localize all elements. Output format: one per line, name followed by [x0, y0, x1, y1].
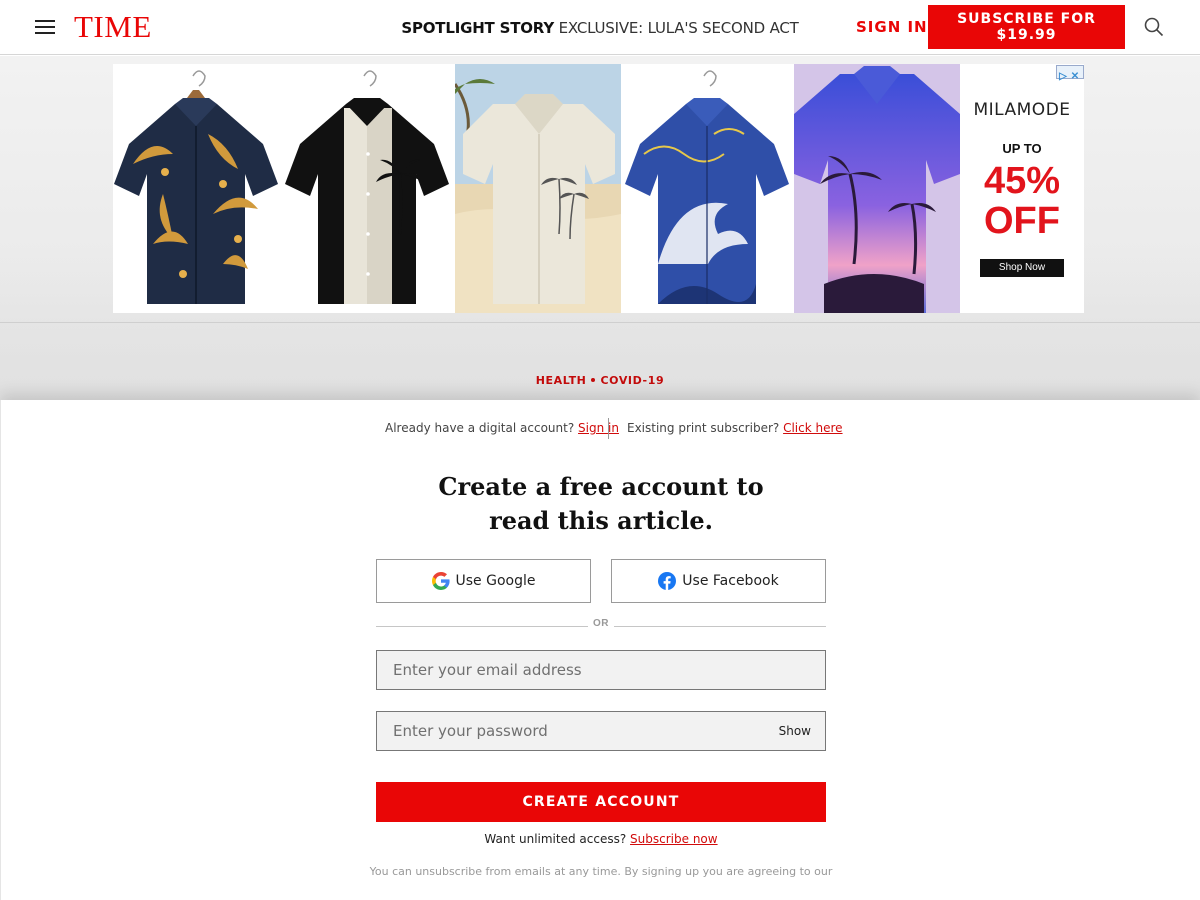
print-subscriber-link[interactable]: Click here [783, 421, 842, 435]
facebook-button-label: Use Facebook [682, 573, 779, 589]
vertical-divider [608, 418, 609, 439]
digital-sign-in-link[interactable]: Sign in [578, 421, 619, 435]
spotlight-story-link[interactable]: SPOTLIGHT STORY EXCLUSIVE: LULA'S SECOND… [401, 19, 798, 37]
search-icon[interactable] [1144, 17, 1164, 37]
ad-close-icon[interactable]: ✕ [1069, 71, 1081, 83]
breadcrumb: HEALTH COVID-19 [0, 374, 1200, 387]
digital-account-prompt: Already have a digital account? Sign in [385, 421, 619, 435]
ad-choices-badge[interactable]: ▷ ✕ [1056, 65, 1084, 82]
paywall-heading: Create a free account to read this artic… [1, 470, 1200, 538]
subscribe-button[interactable]: SUBSCRIBE FOR $19.99 [928, 5, 1125, 49]
google-button-label: Use Google [455, 573, 536, 589]
password-input[interactable] [377, 712, 825, 750]
black-white-palm-shirt-image[interactable] [284, 64, 450, 313]
breadcrumb-topic[interactable]: COVID-19 [600, 374, 664, 387]
heading-line-1: Create a free account to [438, 472, 764, 501]
breadcrumb-section[interactable]: HEALTH [536, 374, 587, 387]
print-subscriber-text: Existing print subscriber? [627, 421, 780, 435]
purple-sunset-palm-shirt-image[interactable] [794, 64, 960, 313]
breadcrumb-separator-icon [591, 378, 596, 382]
create-account-button[interactable]: CREATE ACCOUNT [376, 782, 826, 822]
password-field-wrapper: Show [376, 711, 826, 751]
sign-in-link[interactable]: SIGN IN [856, 18, 928, 36]
digital-account-text: Already have a digital account? [385, 421, 575, 435]
legal-disclaimer: You can unsubscribe from emails at any t… [369, 865, 833, 878]
show-password-toggle[interactable]: Show [779, 724, 811, 738]
ad-divider [0, 322, 1200, 323]
wave-print-shirt-image[interactable] [624, 64, 790, 313]
print-subscriber-prompt: Existing print subscriber? Click here [627, 421, 843, 435]
google-icon [431, 572, 450, 590]
google-sign-up-button[interactable]: Use Google [376, 559, 591, 603]
email-input[interactable] [377, 651, 825, 689]
spotlight-tag: SPOTLIGHT STORY [401, 19, 554, 37]
floral-navy-shirt-image[interactable] [113, 64, 279, 313]
ad-discount: 45% [983, 160, 1061, 202]
or-divider-label: OR [588, 618, 614, 629]
ad-brand-name: MILAMODE [973, 100, 1071, 120]
milamode-ad[interactable]: MILAMODE UP TO 45% OFF Shop Now ▷ ✕ [113, 64, 1084, 313]
email-field-wrapper [376, 650, 826, 690]
shop-now-button[interactable]: Shop Now [980, 259, 1064, 277]
facebook-icon [658, 572, 677, 590]
unlimited-access-prompt: Want unlimited access? Subscribe now [1, 832, 1200, 846]
registration-wall: Already have a digital account? Sign in … [0, 400, 1200, 900]
ad-off: OFF [984, 200, 1060, 242]
ad-band: MILAMODE UP TO 45% OFF Shop Now ▷ ✕ [0, 56, 1200, 400]
ad-info-icon[interactable]: ▷ [1057, 71, 1069, 83]
ad-up-to: UP TO [1002, 141, 1042, 156]
ad-copy: MILAMODE UP TO 45% OFF Shop Now [960, 64, 1084, 313]
time-logo[interactable]: TIME [74, 9, 152, 45]
site-header: TIME SPOTLIGHT STORY EXCLUSIVE: LULA'S S… [0, 0, 1200, 55]
hamburger-menu-icon[interactable] [35, 20, 55, 34]
facebook-sign-up-button[interactable]: Use Facebook [611, 559, 826, 603]
cream-palm-shirt-image[interactable] [455, 64, 621, 313]
spotlight-title: EXCLUSIVE: LULA'S SECOND ACT [558, 19, 799, 37]
heading-line-2: read this article. [489, 506, 713, 535]
subscribe-now-link[interactable]: Subscribe now [630, 832, 718, 846]
unlimited-access-text: Want unlimited access? [484, 832, 627, 846]
